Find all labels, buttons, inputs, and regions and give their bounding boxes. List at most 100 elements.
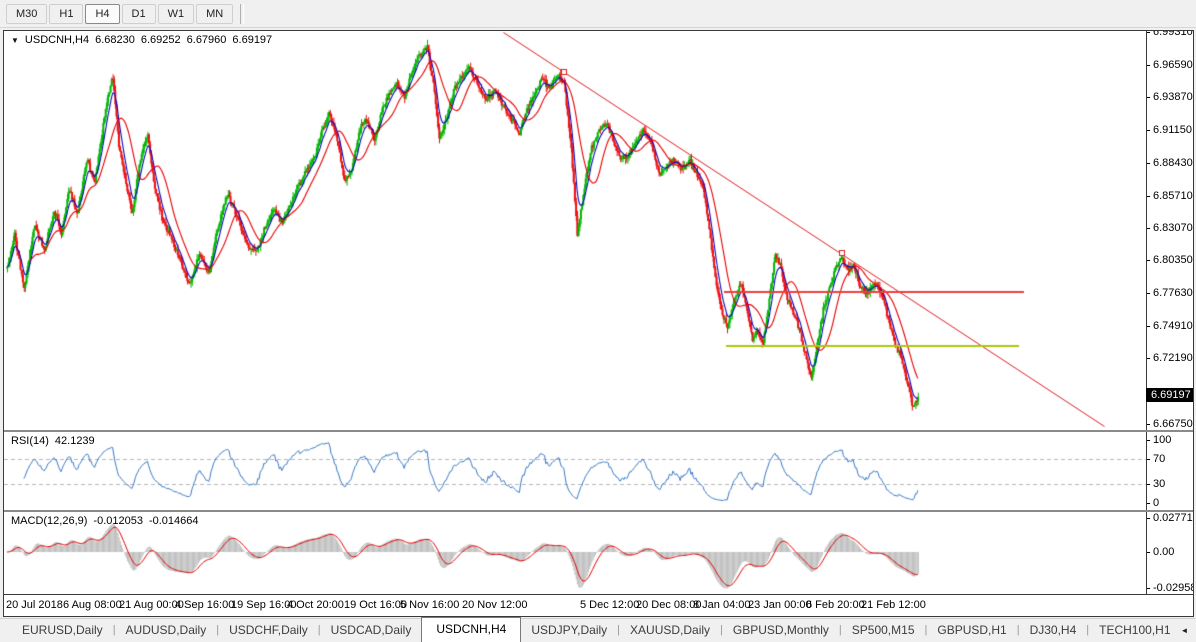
axis-label: 6.88430 bbox=[1153, 157, 1193, 169]
axis-tick bbox=[1147, 65, 1150, 66]
time-axis-label: 6 Aug 08:00 bbox=[63, 599, 122, 611]
symbol-tab-audusd[interactable]: AUDUSD,Daily bbox=[116, 619, 217, 642]
axis-tick bbox=[1147, 228, 1150, 229]
symbol-tab-list: EURUSD,Daily|AUDUSD,Daily|USDCHF,Daily|U… bbox=[12, 617, 1181, 642]
timeframe-button-mn[interactable]: MN bbox=[196, 4, 233, 24]
time-axis-label: 6 Feb 20:00 bbox=[806, 599, 865, 611]
axis-tick bbox=[1147, 130, 1150, 131]
axis-label: -0.029582 bbox=[1153, 582, 1193, 594]
timeframe-button-h1[interactable]: H1 bbox=[49, 4, 83, 24]
axis-tick bbox=[1147, 326, 1150, 327]
macd-label: MACD(12,26,9) -0.012053 -0.014664 bbox=[11, 515, 199, 527]
axis-label: 6.85710 bbox=[1153, 190, 1193, 202]
axis-tick bbox=[1147, 588, 1150, 589]
ohlc-open: 6.68230 bbox=[95, 34, 135, 46]
axis-label: 30 bbox=[1153, 478, 1165, 490]
rsi-axis[interactable]: 100 70 30 0 bbox=[1146, 432, 1193, 510]
timeframe-button-m30[interactable]: M30 bbox=[6, 4, 47, 24]
ohlc-close: 6.69197 bbox=[232, 34, 272, 46]
axis-label: 6.99310 bbox=[1153, 31, 1193, 38]
time-axis-label: 4 Sep 16:00 bbox=[175, 599, 234, 611]
timeframe-button-d1[interactable]: D1 bbox=[122, 4, 156, 24]
axis-label: 6.74910 bbox=[1153, 320, 1193, 332]
symbol-tab-eurusd[interactable]: EURUSD,Daily bbox=[12, 619, 113, 642]
timeframe-button-h4[interactable]: H4 bbox=[85, 4, 119, 24]
axis-tick bbox=[1147, 293, 1150, 294]
current-price-tag: 6.69197 bbox=[1146, 388, 1193, 402]
symbol-tab-dj30[interactable]: DJ30,H4 bbox=[1020, 619, 1087, 642]
symbol-tab-gbpusd[interactable]: GBPUSD,H1 bbox=[927, 619, 1016, 642]
axis-label: 6.66750 bbox=[1153, 418, 1193, 430]
symbol-tab-usdjpy[interactable]: USDJPY,Daily bbox=[521, 619, 617, 642]
axis-tick bbox=[1147, 503, 1150, 504]
price-axis[interactable]: 6.99310 6.96590 6.93870 6.91150 6.88430 6.857… bbox=[1146, 31, 1193, 430]
axis-tick bbox=[1147, 424, 1150, 425]
rsi-panel: RSI(14) 42.1239 100 70 30 0 bbox=[4, 432, 1193, 510]
time-axis-label: 21 Feb 12:00 bbox=[861, 599, 926, 611]
price-chart-canvas[interactable] bbox=[4, 31, 1146, 430]
time-axis-label: 23 Jan 00:00 bbox=[748, 599, 812, 611]
symbol-tab-tech100[interactable]: TECH100,H1 bbox=[1089, 619, 1180, 642]
axis-tick bbox=[1147, 440, 1150, 441]
axis-label: 6.96590 bbox=[1153, 59, 1193, 71]
axis-label: 6.77630 bbox=[1153, 287, 1193, 299]
chart-dropdown-icon[interactable]: ▼ bbox=[11, 36, 19, 45]
axis-label: 6.72190 bbox=[1153, 352, 1193, 364]
axis-label: 70 bbox=[1153, 453, 1165, 465]
time-axis-label: 20 Jul 2018 bbox=[6, 599, 63, 611]
axis-label: 6.80350 bbox=[1153, 254, 1193, 266]
mt4-window: M30H1H4D1W1MN ▼ USDCNH,H4 6.68230 6.6925… bbox=[0, 0, 1196, 642]
axis-tick bbox=[1147, 32, 1150, 33]
symbol-tab-usdcad[interactable]: USDCAD,Daily bbox=[321, 619, 422, 642]
axis-label: 100 bbox=[1153, 434, 1171, 446]
macd-value-main: -0.012053 bbox=[93, 515, 143, 527]
rsi-label: RSI(14) 42.1239 bbox=[11, 435, 95, 447]
timeframe-button-group: M30H1H4D1W1MN bbox=[6, 4, 235, 24]
symbol-tab-gbpusd[interactable]: GBPUSD,Monthly bbox=[723, 619, 839, 642]
axis-tick bbox=[1147, 484, 1150, 485]
axis-label: 6.91150 bbox=[1153, 124, 1192, 136]
symbol-tab-usdchf[interactable]: USDCHF,Daily bbox=[219, 619, 318, 642]
ohlc-high: 6.69252 bbox=[141, 34, 181, 46]
chart-title: ▼ USDCNH,H4 6.68230 6.69252 6.67960 6.69… bbox=[11, 34, 272, 46]
symbol-tab-sp500[interactable]: SP500,M15 bbox=[842, 619, 925, 642]
time-axis-label: 20 Dec 08:00 bbox=[636, 599, 701, 611]
time-axis-label: 5 Dec 12:00 bbox=[580, 599, 639, 611]
axis-tick bbox=[1147, 552, 1150, 553]
macd-panel: MACD(12,26,9) -0.012053 -0.014664 0.0277… bbox=[4, 512, 1193, 594]
axis-tick bbox=[1147, 97, 1150, 98]
ohlc-low: 6.67960 bbox=[187, 34, 227, 46]
time-axis-label: 20 Nov 12:00 bbox=[462, 599, 527, 611]
axis-tick bbox=[1147, 260, 1150, 261]
axis-tick bbox=[1147, 196, 1150, 197]
rsi-name: RSI(14) bbox=[11, 435, 49, 447]
axis-label: 0.027717 bbox=[1153, 512, 1193, 524]
axis-label: 6.83070 bbox=[1153, 222, 1193, 234]
axis-tick bbox=[1147, 459, 1150, 460]
symbol-tab-usdcnh[interactable]: USDCNH,H4 bbox=[421, 617, 521, 642]
time-axis-label: 19 Oct 16:00 bbox=[344, 599, 407, 611]
axis-tick bbox=[1147, 358, 1150, 359]
rsi-value: 42.1239 bbox=[55, 435, 95, 447]
toolbar-separator bbox=[240, 4, 244, 24]
axis-label: 6.93870 bbox=[1153, 91, 1193, 103]
axis-tick bbox=[1147, 163, 1150, 164]
chart-window: ▼ USDCNH,H4 6.68230 6.69252 6.67960 6.69… bbox=[3, 30, 1194, 617]
time-axis[interactable]: 20 Jul 20186 Aug 08:0021 Aug 00:004 Sep … bbox=[4, 594, 1193, 614]
tab-scroll-left-icon[interactable]: ◄ bbox=[1181, 626, 1189, 635]
main-chart-panel: ▼ USDCNH,H4 6.68230 6.69252 6.67960 6.69… bbox=[4, 31, 1193, 430]
rsi-canvas[interactable] bbox=[4, 432, 1146, 510]
macd-value-signal: -0.014664 bbox=[149, 515, 199, 527]
timeframe-button-w1[interactable]: W1 bbox=[158, 4, 195, 24]
axis-label: 0.00 bbox=[1153, 546, 1174, 558]
macd-axis[interactable]: 0.027717 0.00 -0.029582 bbox=[1146, 512, 1193, 594]
timeframe-toolbar: M30H1H4D1W1MN bbox=[0, 0, 1196, 28]
tab-scroll-controls: ◄ ► bbox=[1181, 626, 1196, 642]
axis-tick bbox=[1147, 518, 1150, 519]
chart-symbol: USDCNH,H4 bbox=[25, 34, 89, 46]
time-axis-label: 4 Oct 20:00 bbox=[287, 599, 344, 611]
symbol-tab-bar: EURUSD,Daily|AUDUSD,Daily|USDCHF,Daily|U… bbox=[0, 618, 1196, 642]
time-axis-label: 8 Jan 04:00 bbox=[693, 599, 751, 611]
axis-label: 0 bbox=[1153, 497, 1159, 509]
symbol-tab-xauusd[interactable]: XAUUSD,Daily bbox=[620, 619, 720, 642]
